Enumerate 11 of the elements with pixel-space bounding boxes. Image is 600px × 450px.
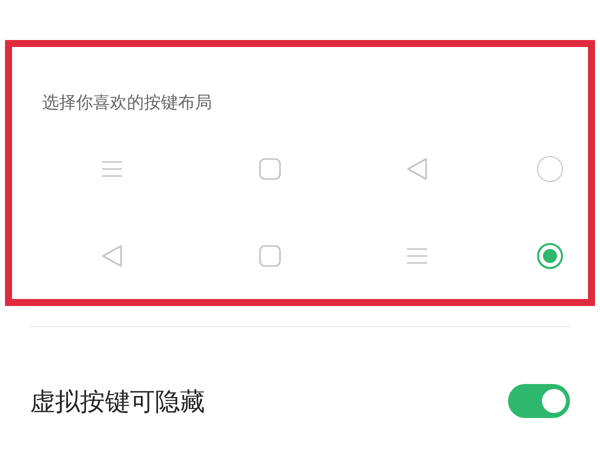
menu-icon xyxy=(406,246,428,265)
radio-button[interactable] xyxy=(537,242,563,269)
radio-button[interactable] xyxy=(537,156,563,182)
setting-label: 虚拟按键可隐藏 xyxy=(30,386,205,418)
section-heading: 选择你喜欢的按键布局 xyxy=(42,92,212,114)
square-icon xyxy=(258,244,280,267)
triangle-icon xyxy=(406,158,428,180)
toggle-switch[interactable] xyxy=(508,384,570,418)
triangle-icon xyxy=(101,244,123,267)
square-icon xyxy=(258,158,280,180)
menu-icon xyxy=(101,160,123,178)
